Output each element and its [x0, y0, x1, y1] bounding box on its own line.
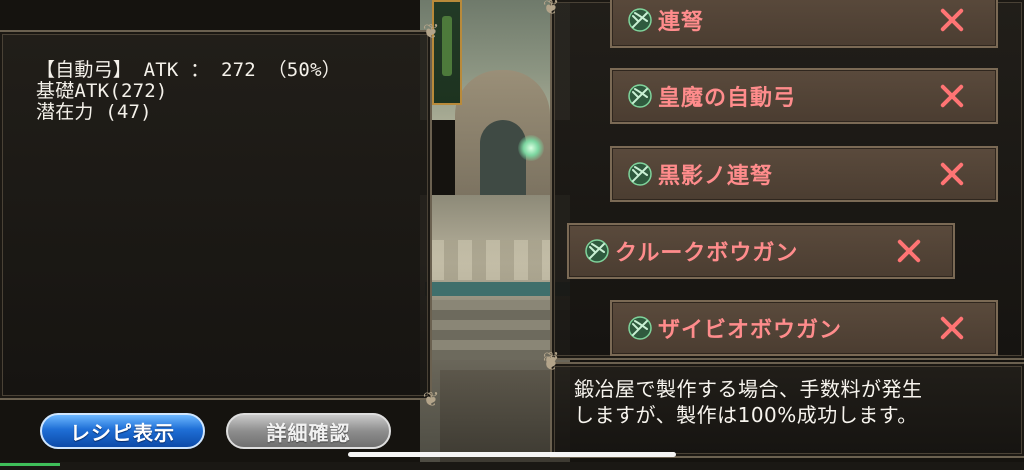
ornament-icon: ❦: [542, 0, 560, 19]
recipe-item-label: クルークボウガン: [615, 241, 799, 266]
message-line: 鍛冶屋で製作する場合、手数料が発生: [574, 377, 923, 401]
ornament-icon: ❦: [422, 19, 440, 43]
crossbow-icon: [626, 6, 654, 34]
message-text: 鍛冶屋で製作する場合、手数料が発生 しますが、製作は100%成功します。: [574, 376, 1014, 428]
recipe-item[interactable]: クルークボウガン: [567, 223, 955, 279]
home-indicator[interactable]: [348, 452, 676, 457]
progress-fill: [0, 463, 60, 466]
ornament-icon: ❦: [422, 387, 440, 411]
crossbow-icon: [626, 82, 654, 110]
scene-archway: [480, 120, 526, 200]
close-icon[interactable]: [938, 314, 966, 342]
stats-potential: 潜在力 (47): [36, 101, 152, 123]
crossbow-icon: [583, 237, 611, 265]
recipe-item[interactable]: 連弩: [610, 0, 998, 48]
scene-grass: [425, 282, 570, 296]
scene-lamp: [518, 135, 544, 161]
stats-base-atk: 基礎ATK(272): [36, 80, 168, 102]
recipe-item-label: 皇魔の自動弓: [658, 86, 797, 111]
recipe-item[interactable]: ザイビオボウガン: [610, 300, 998, 356]
crossbow-icon: [626, 160, 654, 188]
close-icon[interactable]: [938, 82, 966, 110]
show-recipe-button[interactable]: レシピ表示: [40, 413, 205, 449]
scene-tiles: [430, 240, 570, 280]
scene-banner: [432, 0, 462, 105]
message-panel: ❦ 鍛冶屋で製作する場合、手数料が発生 しますが、製作は100%成功します。: [543, 352, 1024, 458]
recipe-item-label: 連弩: [658, 10, 705, 35]
stats-text: 【自動弓】 ATK ： 272 （50%） 基礎ATK(272) 潜在力 (47): [36, 60, 341, 123]
close-icon[interactable]: [938, 6, 966, 34]
stats-atk-line: 【自動弓】 ATK ： 272 （50%）: [36, 59, 341, 81]
recipe-item[interactable]: 黒影ノ連弩: [610, 146, 998, 202]
detail-confirm-button[interactable]: 詳細確認: [226, 413, 391, 449]
bottom-strip: [0, 462, 1024, 470]
recipe-item-label: 黒影ノ連弩: [658, 164, 774, 189]
close-icon[interactable]: [938, 160, 966, 188]
stats-panel: ❦ ❦ 【自動弓】 ATK ： 272 （50%） 基礎ATK(272) 潜在力 (…: [0, 20, 439, 410]
recipe-item-label: ザイビオボウガン: [658, 318, 843, 343]
recipe-item[interactable]: 皇魔の自動弓: [610, 68, 998, 124]
message-line: しますが、製作は100%成功します。: [574, 403, 918, 427]
crossbow-icon: [626, 314, 654, 342]
close-icon[interactable]: [895, 237, 923, 265]
ornament-icon: ❦: [542, 351, 560, 375]
